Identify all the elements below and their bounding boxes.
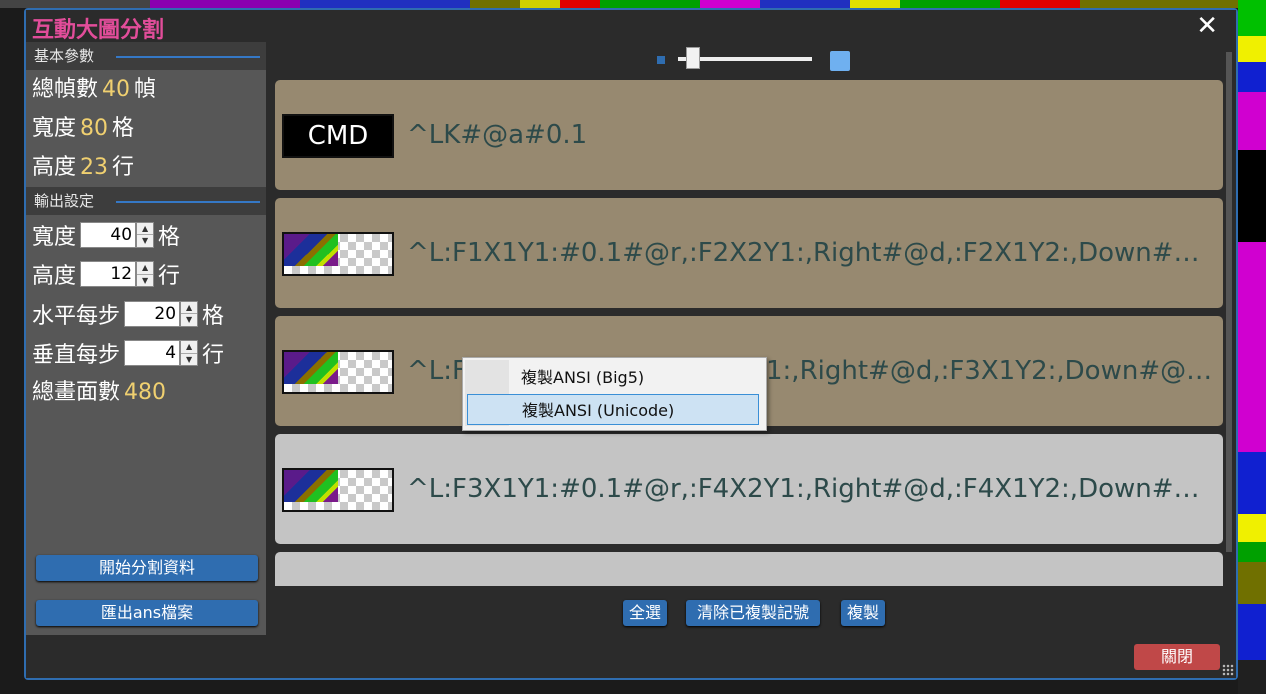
hstep-stepper[interactable]: ▲▼ (124, 300, 199, 327)
context-menu: 複製ANSI (Big5) 複製ANSI (Unicode) (462, 357, 767, 431)
setting-row-vstep: 垂直每步 ▲▼ 行 (26, 334, 266, 374)
select-all-button[interactable]: 全選 (623, 600, 667, 626)
info-row-frames: 總幀數 40 幀 (26, 70, 266, 109)
height-stepper[interactable]: ▲▼ (80, 261, 155, 288)
frame-code: ^L:F3X1Y1:#0.1#@r,:F4X2Y1:,Right#@d,:F4X… (407, 474, 1207, 504)
setting-label: 高度 (32, 264, 77, 290)
close-button[interactable]: 關閉 (1134, 644, 1220, 670)
stepper-arrows[interactable]: ▲ ▼ (136, 261, 155, 288)
arrow-down-icon[interactable]: ▼ (181, 314, 197, 326)
basic-section-header: 基本參數 (26, 42, 266, 70)
info-value: 40 (102, 77, 131, 102)
vstep-stepper[interactable]: ▲▼ (124, 340, 199, 367)
zoom-large-icon (830, 51, 850, 71)
scrollbar-thumb[interactable] (1226, 52, 1232, 552)
vstep-input[interactable] (124, 340, 181, 367)
info-unit: 幀 (134, 77, 157, 102)
setting-label: 寬度 (32, 224, 77, 250)
start-split-button[interactable]: 開始分割資料 (36, 555, 258, 581)
background-ansi-art-top (0, 0, 1266, 8)
menu-item-copy-big5[interactable]: 複製ANSI (Big5) (467, 362, 759, 393)
output-section-header: 輸出設定 (26, 187, 266, 215)
arrow-up-icon[interactable]: ▲ (137, 262, 154, 275)
info-unit: 行 (112, 155, 135, 180)
frame-thumbnail (282, 350, 394, 394)
dialog-footer: 關閉 (26, 635, 1236, 678)
frame-code: ^L:F1X1Y1:#0.1#@r,:F2X2Y1:,Right#@d,:F2X… (407, 238, 1207, 268)
sidebar: 基本參數 總幀數40幀 寬度80格 高度23行 輸出設定 寬度 ▲▼ 格 高度 (26, 42, 266, 635)
total-frames-row: 總畫面數 480 (26, 373, 266, 412)
setting-unit: 行 (158, 264, 181, 290)
setting-unit: 格 (202, 303, 225, 329)
arrow-up-icon[interactable]: ▲ (137, 223, 154, 236)
info-value: 23 (80, 155, 109, 180)
arrow-up-icon[interactable]: ▲ (181, 341, 198, 354)
setting-row-width: 寬度 ▲▼ 格 (26, 215, 266, 255)
section-divider (116, 201, 260, 203)
menu-item-label: 複製ANSI (Unicode) (522, 401, 675, 420)
stepper-arrows[interactable]: ▲ ▼ (180, 340, 199, 367)
frame-card[interactable]: CMD ^LK#@a#0.1 (275, 80, 1223, 190)
frame-code-right: 1:,Right#@d,:F3X1Y2:,Down#@E... (766, 356, 1214, 386)
total-label: 總畫面數 (32, 380, 121, 405)
info-row-height: 高度 23 行 (26, 148, 266, 187)
frame-card[interactable]: ^L:F1X1Y1:#0.1#@r,:F2X2Y1:,Right#@d,:F2X… (275, 198, 1223, 308)
arrow-down-icon[interactable]: ▼ (181, 354, 197, 366)
ansi-art-preview (284, 352, 338, 384)
dialog-window: 互動大圖分割 ✕ 基本參數 總幀數 40 幀 寬度 80 格 高度 23 行 輸出設定 寬度… (24, 8, 1238, 680)
ansi-art-preview (284, 470, 338, 502)
zoom-small-icon (657, 56, 665, 64)
menu-item-label: 複製ANSI (Big5) (521, 368, 645, 387)
close-icon[interactable]: ✕ (1196, 11, 1218, 41)
output-section-title: 輸出設定 (34, 192, 95, 210)
info-label: 寬度 (32, 116, 77, 141)
zoom-slider-thumb[interactable] (686, 47, 700, 69)
frame-card[interactable] (275, 552, 1223, 586)
setting-label: 水平每步 (32, 303, 121, 329)
resize-grip-icon[interactable] (1222, 664, 1234, 676)
setting-unit: 行 (202, 343, 225, 369)
width-input[interactable] (80, 221, 137, 248)
frame-code: ^LK#@a#0.1 (407, 120, 588, 150)
info-row-width: 寬度 80 格 (26, 109, 266, 148)
frame-code-left: ^L:F (407, 356, 467, 386)
info-label: 總幀數 (32, 77, 99, 102)
info-unit: 格 (112, 116, 135, 141)
frame-thumbnail (282, 232, 394, 276)
setting-unit: 格 (158, 224, 181, 250)
list-scrollbar[interactable] (1226, 52, 1232, 586)
title-bar: 互動大圖分割 ✕ (26, 10, 1236, 43)
export-ans-button[interactable]: 匯出ans檔案 (36, 600, 258, 626)
arrow-down-icon[interactable]: ▼ (137, 235, 153, 247)
info-value: 80 (80, 116, 109, 141)
info-label: 高度 (32, 155, 77, 180)
setting-label: 垂直每步 (32, 343, 121, 369)
clear-copied-marks-button[interactable]: 清除已複製記號 (686, 600, 820, 626)
setting-row-height: 高度 ▲▼ 行 (26, 255, 266, 295)
hstep-input[interactable] (124, 300, 181, 327)
background-ansi-art-right (1238, 0, 1266, 694)
arrow-down-icon[interactable]: ▼ (137, 275, 153, 287)
section-divider (116, 56, 260, 58)
list-action-bar: 全選 清除已複製記號 複製 (268, 586, 1226, 635)
ansi-art-preview (284, 234, 338, 266)
frame-list-panel: CMD ^LK#@a#0.1 ^L:F1X1Y1:#0.1#@r,:F2X2Y1… (268, 42, 1226, 586)
stepper-arrows[interactable]: ▲ ▼ (136, 221, 155, 248)
window-title: 互動大圖分割 (32, 18, 165, 43)
arrow-up-icon[interactable]: ▲ (181, 302, 198, 315)
frame-card[interactable]: ^L:F3X1Y1:#0.1#@r,:F4X2Y1:,Right#@d,:F4X… (275, 434, 1223, 544)
cmd-thumbnail: CMD (282, 114, 394, 158)
total-value: 480 (124, 380, 167, 405)
width-stepper[interactable]: ▲▼ (80, 221, 155, 248)
height-input[interactable] (80, 261, 137, 288)
stepper-arrows[interactable]: ▲ ▼ (180, 300, 199, 327)
menu-item-copy-unicode[interactable]: 複製ANSI (Unicode) (467, 394, 759, 425)
copy-button[interactable]: 複製 (841, 600, 885, 626)
setting-row-hstep: 水平每步 ▲▼ 格 (26, 294, 266, 334)
basic-section-title: 基本參數 (34, 47, 95, 65)
frame-thumbnail (282, 468, 394, 512)
